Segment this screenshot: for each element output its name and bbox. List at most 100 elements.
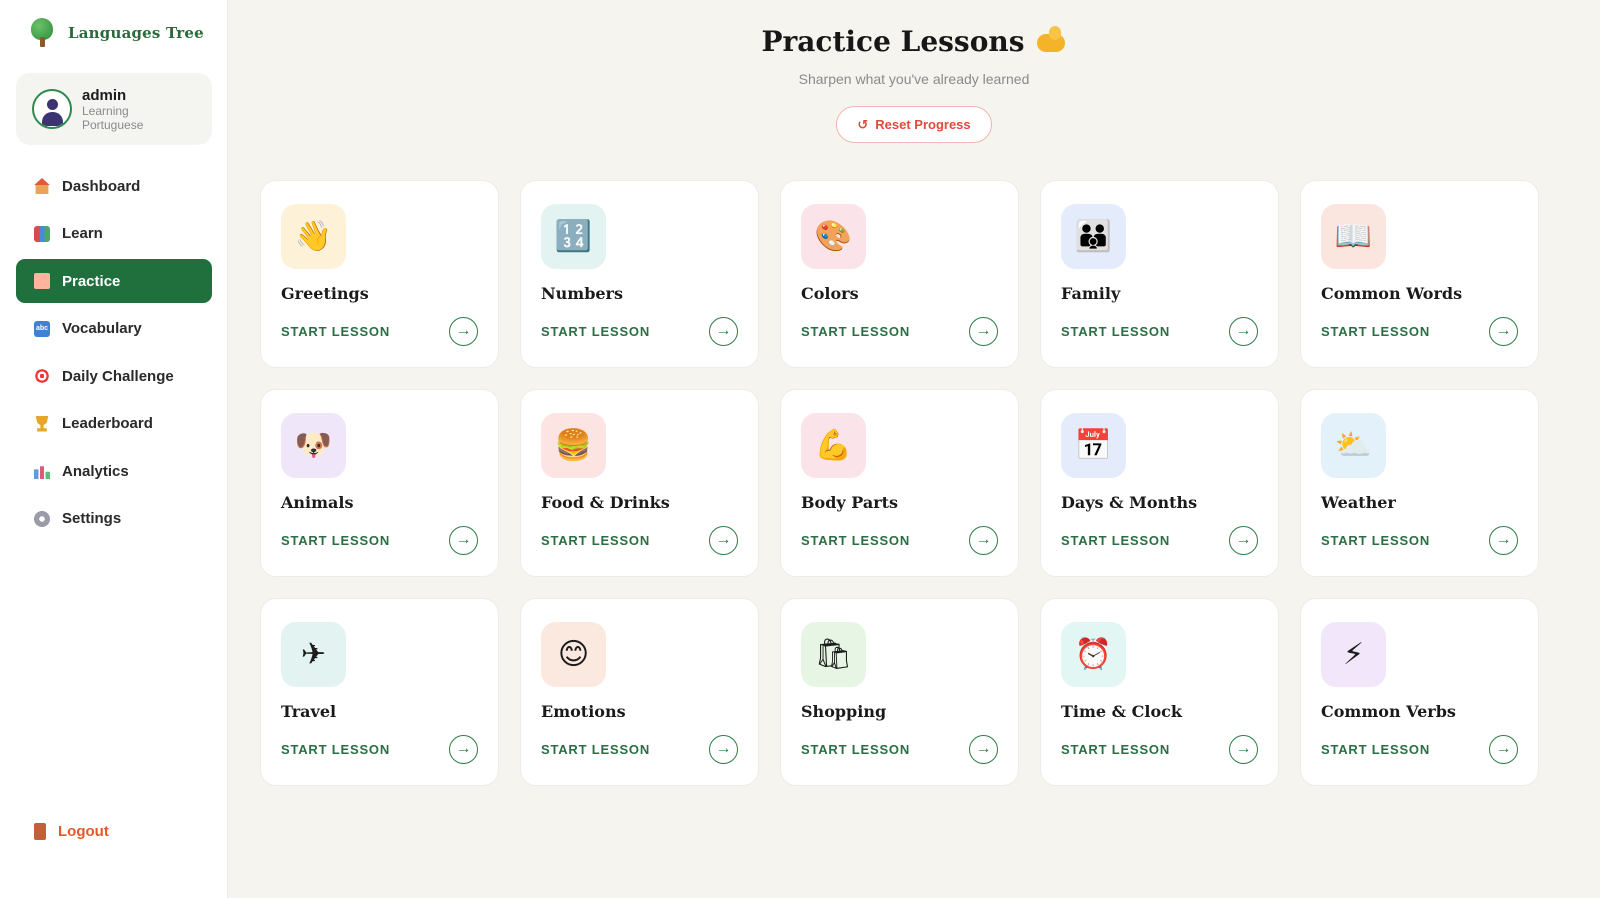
start-lesson-link[interactable]: START LESSON bbox=[1321, 742, 1430, 757]
sidebar-item-daily-challenge[interactable]: Daily Challenge bbox=[16, 354, 212, 398]
lesson-title: Numbers bbox=[541, 284, 623, 303]
lesson-card[interactable]: ✈ Travel START LESSON → bbox=[260, 598, 499, 786]
lesson-card[interactable]: 📅 Days & Months START LESSON → bbox=[1040, 389, 1279, 577]
sidebar-item-label: Leaderboard bbox=[62, 415, 153, 432]
flexed-biceps-icon: 💪 bbox=[801, 413, 866, 478]
lesson-card[interactable]: 🐶 Animals START LESSON → bbox=[260, 389, 499, 577]
start-lesson-link[interactable]: START LESSON bbox=[1061, 533, 1170, 548]
waving-hand-icon: 👋 bbox=[281, 204, 346, 269]
lesson-card[interactable]: 😊 Emotions START LESSON → bbox=[520, 598, 759, 786]
family-icon: 👪 bbox=[1061, 204, 1126, 269]
lesson-card[interactable]: ⛅ Weather START LESSON → bbox=[1300, 389, 1539, 577]
lesson-card[interactable]: 🎨 Colors START LESSON → bbox=[780, 180, 1019, 368]
lesson-title: Colors bbox=[801, 284, 859, 303]
page-title: Practice Lessons bbox=[228, 24, 1600, 58]
lesson-title: Food & Drinks bbox=[541, 493, 670, 512]
sidebar-item-label: Learn bbox=[62, 225, 103, 242]
lesson-title: Family bbox=[1061, 284, 1121, 303]
start-lesson-link[interactable]: START LESSON bbox=[1061, 742, 1170, 757]
lesson-title: Days & Months bbox=[1061, 493, 1198, 512]
house-icon bbox=[34, 178, 50, 194]
avatar bbox=[32, 89, 72, 129]
sidebar-item-label: Analytics bbox=[62, 462, 129, 480]
logout-label: Logout bbox=[58, 823, 109, 840]
arrow-right-icon[interactable]: → bbox=[969, 735, 998, 764]
lesson-title: Animals bbox=[281, 493, 354, 512]
sidebar-item-leaderboard[interactable]: Leaderboard bbox=[16, 402, 212, 446]
sidebar-item-learn[interactable]: Learn bbox=[16, 212, 212, 256]
start-lesson-link[interactable]: START LESSON bbox=[541, 324, 650, 339]
sidebar-item-label: Dashboard bbox=[62, 177, 141, 195]
sidebar-item-dashboard[interactable]: Dashboard bbox=[16, 164, 212, 208]
hamburger-icon: 🍔 bbox=[541, 413, 606, 478]
sidebar-item-analytics[interactable]: Analytics bbox=[16, 449, 212, 493]
sidebar-item-vocabulary[interactable]: abc Vocabulary bbox=[16, 307, 212, 351]
calendar-icon: 📅 bbox=[1061, 413, 1126, 478]
sidebar-item-settings[interactable]: Settings bbox=[16, 497, 212, 541]
lesson-card[interactable]: 👪 Family START LESSON → bbox=[1040, 180, 1279, 368]
smiling-face-icon: 😊 bbox=[541, 622, 606, 687]
shopping-bags-icon: 🛍 bbox=[801, 622, 866, 687]
arrow-right-icon[interactable]: → bbox=[969, 526, 998, 555]
start-lesson-link[interactable]: START LESSON bbox=[801, 324, 910, 339]
lesson-card[interactable]: 🍔 Food & Drinks START LESSON → bbox=[520, 389, 759, 577]
lesson-card[interactable]: 🛍 Shopping START LESSON → bbox=[780, 598, 1019, 786]
sidebar-item-label: Settings bbox=[62, 510, 122, 527]
lesson-title: Emotions bbox=[541, 702, 626, 721]
alarm-clock-icon: ⏰ bbox=[1061, 622, 1126, 687]
arrow-right-icon[interactable]: → bbox=[449, 735, 478, 764]
profile-status: Learning Portuguese bbox=[82, 103, 144, 132]
lesson-title: Weather bbox=[1321, 493, 1396, 512]
lesson-card[interactable]: 👋 Greetings START LESSON → bbox=[260, 180, 499, 368]
main-content: Practice Lessons Sharpen what you've alr… bbox=[228, 0, 1600, 898]
start-lesson-link[interactable]: START LESSON bbox=[1321, 533, 1430, 548]
target-icon bbox=[34, 368, 50, 384]
start-lesson-link[interactable]: START LESSON bbox=[801, 533, 910, 548]
start-lesson-link[interactable]: START LESSON bbox=[541, 742, 650, 757]
lesson-card[interactable]: 🔢 Numbers START LESSON → bbox=[520, 180, 759, 368]
arrow-right-icon[interactable]: → bbox=[969, 317, 998, 346]
start-lesson-link[interactable]: START LESSON bbox=[281, 742, 390, 757]
arrow-right-icon[interactable]: → bbox=[1229, 735, 1258, 764]
reset-progress-label: Reset Progress bbox=[875, 117, 971, 132]
reset-progress-button[interactable]: ↺ Reset Progress bbox=[836, 106, 992, 143]
lesson-title: Time & Clock bbox=[1061, 702, 1182, 721]
start-lesson-link[interactable]: START LESSON bbox=[1061, 324, 1170, 339]
arrow-right-icon[interactable]: → bbox=[1229, 526, 1258, 555]
start-lesson-link[interactable]: START LESSON bbox=[541, 533, 650, 548]
arrow-right-icon[interactable]: → bbox=[709, 526, 738, 555]
arrow-right-icon[interactable]: → bbox=[1489, 735, 1518, 764]
lesson-card[interactable]: 📖 Common Words START LESSON → bbox=[1300, 180, 1539, 368]
arrow-right-icon[interactable]: → bbox=[709, 735, 738, 764]
sidebar-item-label: Vocabulary bbox=[62, 320, 142, 337]
profile-card[interactable]: admin Learning Portuguese bbox=[16, 73, 212, 145]
arrow-right-icon[interactable]: → bbox=[449, 526, 478, 555]
trophy-icon bbox=[35, 415, 49, 432]
arrow-right-icon[interactable]: → bbox=[709, 317, 738, 346]
lesson-card[interactable]: ⚡ Common Verbs START LESSON → bbox=[1300, 598, 1539, 786]
arrow-right-icon[interactable]: → bbox=[1489, 526, 1518, 555]
palette-icon: 🎨 bbox=[801, 204, 866, 269]
bar-chart-icon bbox=[34, 466, 50, 479]
lesson-card[interactable]: ⏰ Time & Clock START LESSON → bbox=[1040, 598, 1279, 786]
page-subtitle: Sharpen what you've already learned bbox=[798, 71, 1030, 87]
lightning-icon: ⚡ bbox=[1321, 622, 1386, 687]
start-lesson-link[interactable]: START LESSON bbox=[1321, 324, 1430, 339]
arrow-right-icon[interactable]: → bbox=[1489, 317, 1518, 346]
abc-icon: abc bbox=[34, 320, 50, 337]
page-title-text: Practice Lessons bbox=[761, 25, 1025, 58]
logout-button[interactable]: Logout bbox=[34, 823, 109, 840]
lesson-title: Travel bbox=[281, 702, 337, 721]
sidebar-item-practice[interactable]: Practice bbox=[16, 259, 212, 303]
start-lesson-link[interactable]: START LESSON bbox=[281, 533, 390, 548]
arrow-right-icon[interactable]: → bbox=[449, 317, 478, 346]
arrow-right-icon[interactable]: → bbox=[1229, 317, 1258, 346]
lesson-title: Shopping bbox=[801, 702, 887, 721]
app-name: Languages Tree bbox=[68, 24, 204, 42]
numbers-keycap-icon: 🔢 bbox=[541, 204, 606, 269]
brand[interactable]: Languages Tree bbox=[28, 18, 204, 48]
lesson-title: Common Verbs bbox=[1321, 702, 1456, 721]
start-lesson-link[interactable]: START LESSON bbox=[801, 742, 910, 757]
lesson-card[interactable]: 💪 Body Parts START LESSON → bbox=[780, 389, 1019, 577]
start-lesson-link[interactable]: START LESSON bbox=[281, 324, 390, 339]
